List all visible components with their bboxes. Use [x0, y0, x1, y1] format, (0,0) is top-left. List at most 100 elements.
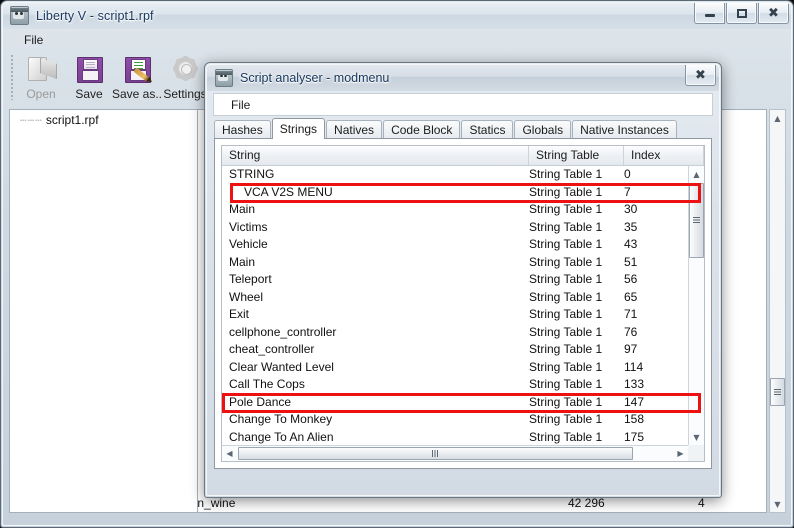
row-name: sp_franklin_wine [146, 496, 568, 510]
main-list-scrollbar[interactable]: ▲ ▼ [769, 109, 786, 513]
cell-string-table: String Table 1 [529, 412, 603, 426]
cell-string: Main [229, 254, 256, 269]
dialog-title: Script analyser - modmenu [240, 70, 390, 85]
cell-string: Main [229, 202, 256, 216]
table-row[interactable]: Change To Monkey String Table 1 158 [222, 412, 704, 430]
table-row[interactable]: Vehicle String Table 1 43 [222, 237, 704, 255]
cell-string: cheat_controller [229, 342, 315, 356]
column-header-string[interactable]: String [222, 146, 529, 165]
list-vertical-scrollbar[interactable]: ▲ ▼ [688, 166, 704, 445]
table-row[interactable]: Call The Cops String Table 1 133 [222, 377, 704, 395]
cell-string: Teleport [229, 272, 272, 286]
close-icon: ✖ [695, 67, 706, 83]
close-button[interactable]: ✖ [758, 3, 789, 24]
menu-item-file[interactable]: File [15, 31, 52, 49]
column-header-string-table[interactable]: String Table [529, 146, 624, 165]
cell-string: STRING [229, 167, 275, 181]
screen: Liberty V - script1.rpf ✖ File Open Save… [0, 0, 794, 528]
scroll-thumb[interactable] [238, 447, 633, 460]
tab-strings[interactable]: Strings [271, 118, 326, 139]
scroll-up-icon[interactable]: ▲ [770, 110, 785, 126]
cell-string: Victims [229, 219, 268, 234]
dialog-close-button[interactable]: ✖ [685, 65, 716, 86]
cell-string-table: String Table 1 [529, 254, 603, 269]
file-tree-panel[interactable]: ┄┄┄ script1.rpf [9, 109, 198, 513]
dialog-title-bar: Script analyser - modmenu ✖ [206, 64, 720, 91]
scroll-left-icon[interactable]: ◀ [222, 446, 237, 461]
tab-natives[interactable]: Natives [326, 120, 383, 138]
table-row[interactable]: STRING String Table 10 [222, 167, 704, 185]
row-index: 4 [698, 496, 705, 510]
table-row[interactable]: Clear Wanted Level String Table 1 114 [222, 360, 704, 378]
table-row[interactable]: Main String Table 1 30 [222, 202, 704, 220]
cell-string-table: String Table 1 [529, 394, 603, 409]
table-row[interactable]: cheat_controller String Table 1 97 [222, 342, 704, 360]
table-row[interactable]: cellphone_controller String Table 1 76 [222, 325, 704, 343]
list-horizontal-scrollbar[interactable]: ◀ ▶ [222, 445, 688, 461]
table-row[interactable]: Exit String Table 1 71 [222, 307, 704, 325]
tree-item-label: script1.rpf [45, 113, 99, 127]
cell-string-table: String Table 1 [529, 359, 603, 374]
scroll-down-icon[interactable]: ▼ [770, 496, 785, 512]
tab-code-block[interactable]: Code Block [383, 120, 461, 138]
script-analyser-dialog: Script analyser - modmenu ✖ File Hashes … [204, 62, 722, 498]
tab-globals[interactable]: Globals [514, 120, 572, 138]
cell-string: Change To Monkey [229, 412, 333, 426]
window-controls: ✖ [693, 3, 789, 24]
scroll-right-icon[interactable]: ▶ [673, 446, 688, 461]
cell-string-table: String Table 1 [529, 324, 603, 339]
cell-string-table: String Table 1 [529, 202, 603, 216]
floppy-disk-icon [72, 54, 106, 84]
table-row[interactable]: Wheel String Table 1 65 [222, 290, 704, 308]
maximize-icon [736, 8, 747, 18]
open-button-label: Open [26, 87, 56, 101]
table-row[interactable]: VCA V2S MENU String Table 17 [222, 185, 704, 203]
open-button[interactable]: Open [17, 51, 65, 103]
cell-string: cellphone_controller [229, 324, 337, 339]
table-row[interactable]: Teleport String Table 1 56 [222, 272, 704, 290]
table-row[interactable]: Pole Dance String Table 1 147 [222, 395, 704, 413]
table-row[interactable]: sp_franklin_wine 42 296 4 [146, 496, 758, 510]
window-title: Liberty V - script1.rpf [36, 8, 154, 23]
cell-string: Clear Wanted Level [229, 359, 334, 374]
app-skull-icon [215, 68, 233, 87]
table-row[interactable]: Victims String Table 1 35 [222, 220, 704, 238]
cell-string: Pole Dance [229, 394, 292, 409]
scroll-thumb[interactable] [689, 183, 704, 258]
save-as-button[interactable]: Save as.. [112, 51, 162, 103]
table-row[interactable]: Main String Table 1 51 [222, 255, 704, 273]
tab-native-instances[interactable]: Native Instances [572, 120, 677, 138]
cell-string-table: String Table 1 [529, 272, 603, 286]
tab-panel-strings: String String Table Index STRING String T… [214, 138, 712, 469]
tab-hashes[interactable]: Hashes [214, 120, 271, 138]
list-body[interactable]: STRING String Table 1 0 VCA V2S MENU String … [222, 166, 704, 461]
main-title-bar: Liberty V - script1.rpf ✖ [2, 2, 792, 29]
column-header-index[interactable]: Index [624, 146, 704, 165]
settings-button-label: Settings [163, 87, 207, 101]
maximize-button[interactable] [726, 3, 757, 24]
settings-button[interactable]: Settings [161, 51, 209, 103]
cell-string: Vehicle [229, 237, 268, 251]
scroll-thumb[interactable] [770, 378, 785, 406]
dialog-menu-item-file[interactable]: File [222, 98, 259, 112]
cell-string-table: String Table 1 [529, 237, 603, 251]
tab-strip: Hashes Strings Natives Code Block Static… [214, 118, 712, 139]
scrollbar-corner [688, 445, 704, 461]
cell-string: VCA V2S MENU [244, 184, 333, 199]
toolbar-grip[interactable] [10, 54, 14, 100]
cell-string-table: String Table 1 [529, 184, 603, 199]
close-icon: ✖ [768, 5, 779, 21]
save-button-label: Save [75, 87, 103, 101]
tab-statics[interactable]: Statics [461, 120, 514, 138]
strings-list-view[interactable]: String String Table Index STRING String T… [221, 145, 705, 462]
cell-string-table: String Table 1 [529, 342, 603, 356]
list-header: String String Table Index [222, 146, 704, 166]
scroll-down-icon[interactable]: ▼ [689, 429, 704, 445]
save-button[interactable]: Save [65, 51, 113, 103]
dialog-menu-bar: File [213, 93, 713, 116]
cell-string: Wheel [229, 289, 264, 304]
minimize-button[interactable] [694, 3, 725, 24]
cell-string-table: String Table 1 [529, 377, 603, 391]
scroll-up-icon[interactable]: ▲ [689, 166, 704, 182]
tree-item-script1[interactable]: ┄┄┄ script1.rpf [10, 110, 197, 127]
